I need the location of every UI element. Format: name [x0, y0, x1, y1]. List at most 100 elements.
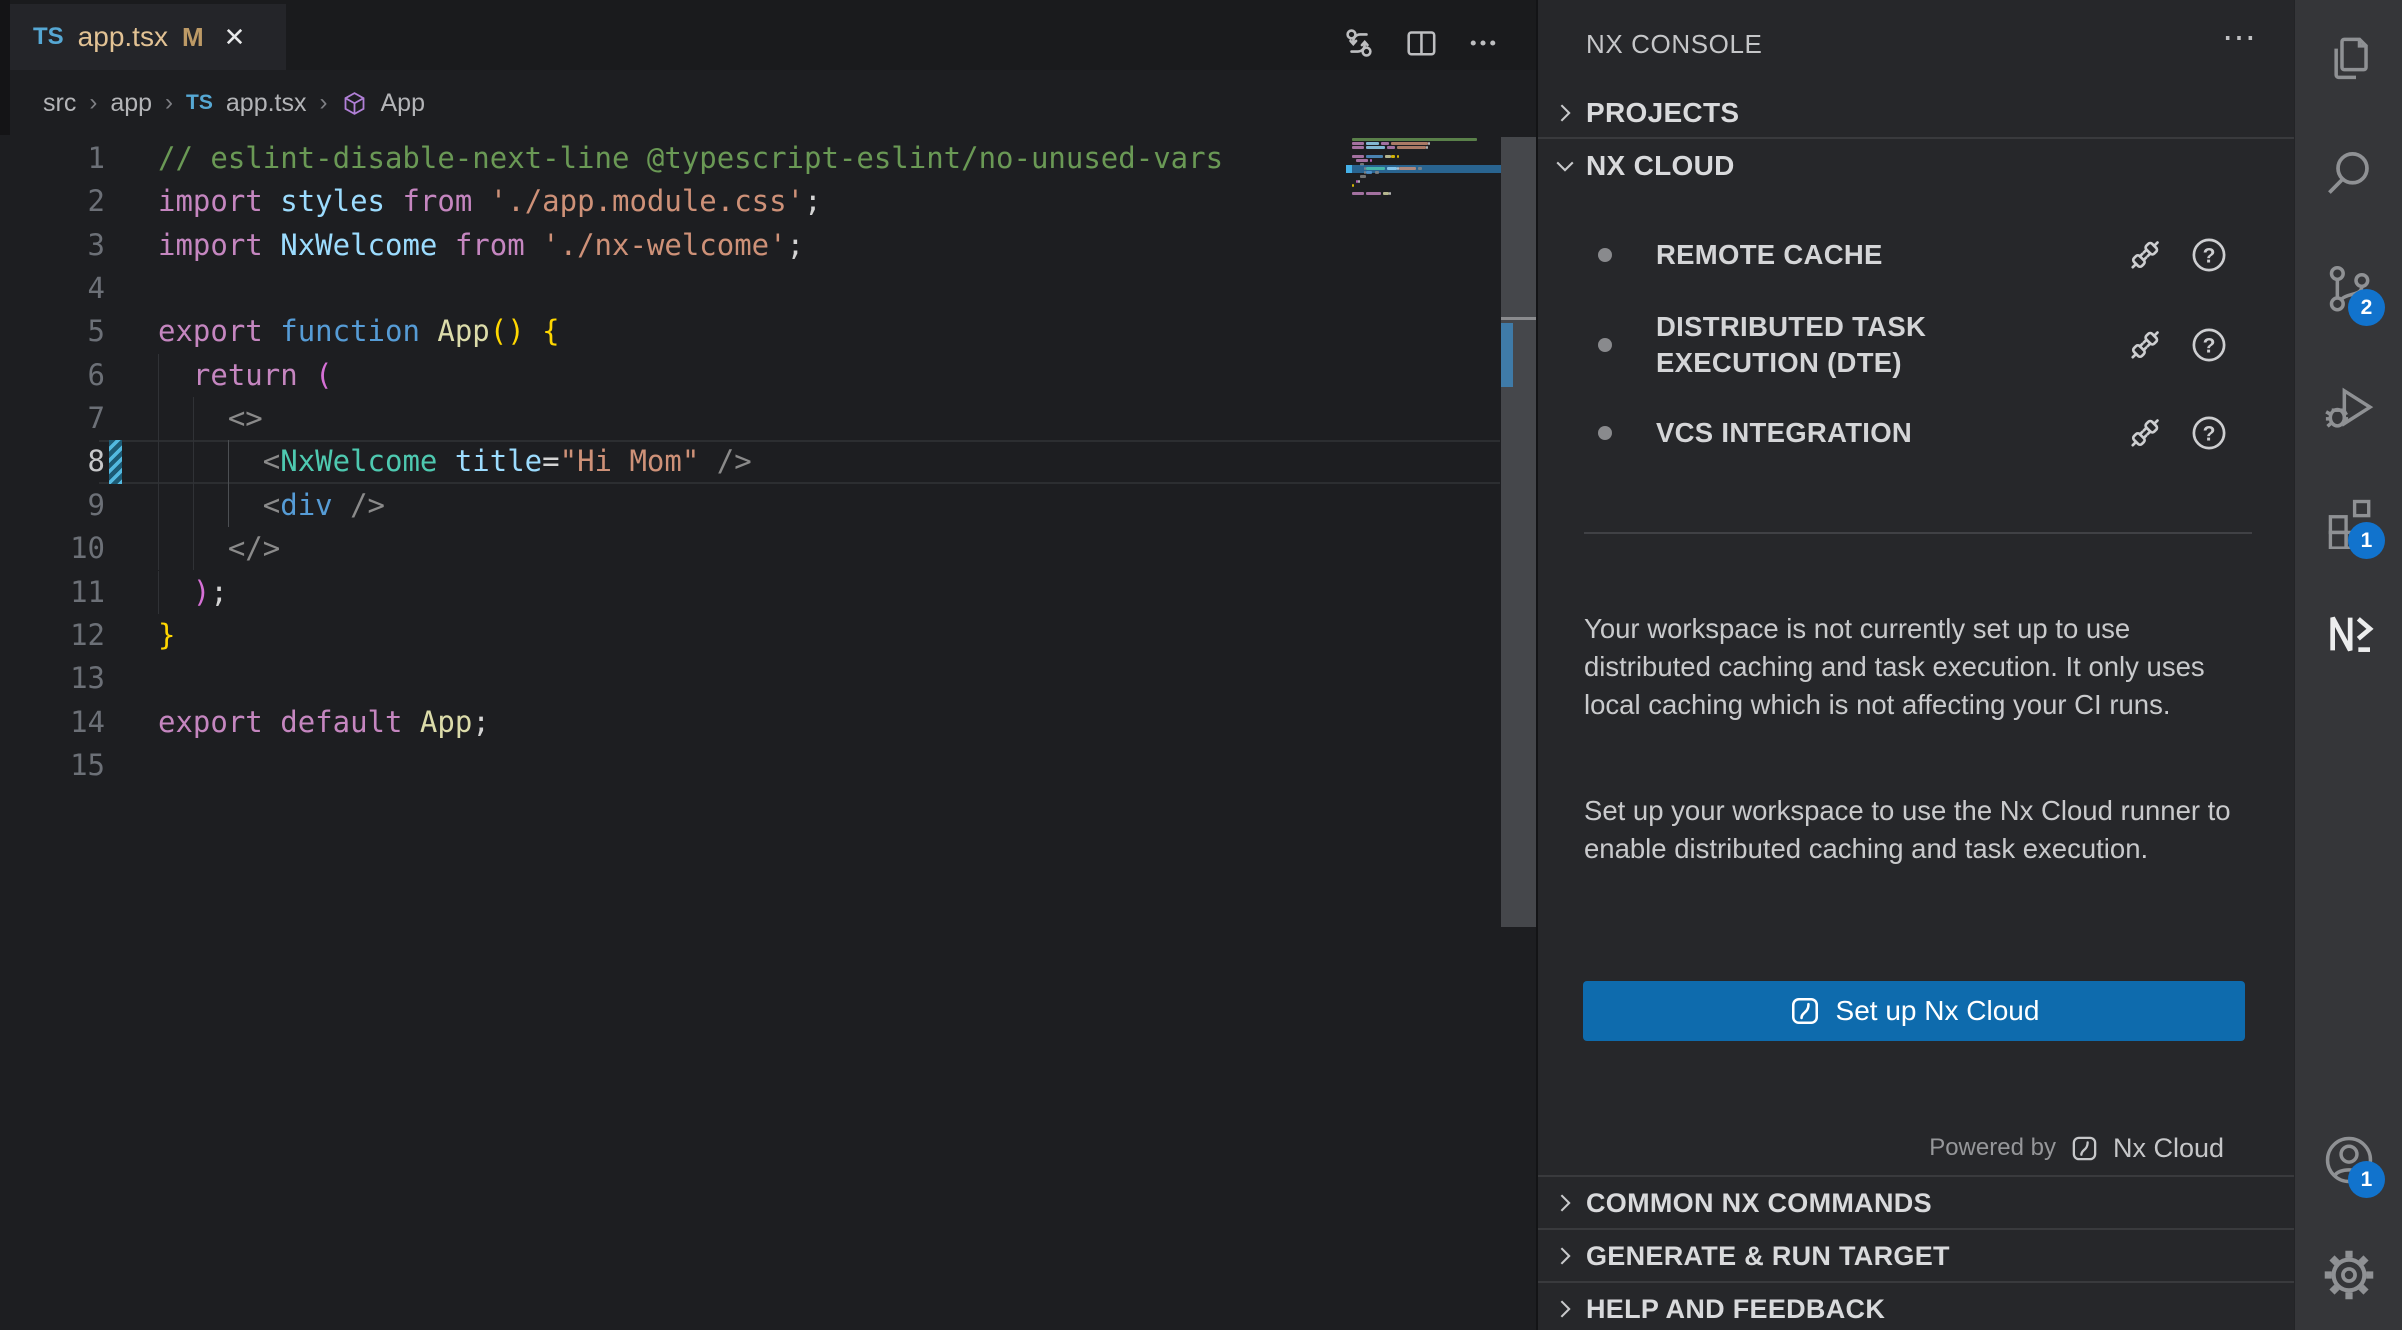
minimap-line: [1352, 138, 1500, 141]
panel-title: NX CONSOLE: [1586, 29, 1763, 60]
minimap-line: [1352, 167, 1500, 170]
connect-plug-icon[interactable]: [2124, 412, 2166, 454]
section-label: GENERATE & RUN TARGET: [1586, 1241, 1950, 1272]
code-line: 10 </>: [0, 527, 1536, 570]
divider: [1584, 532, 2252, 534]
minimap-line: [1352, 146, 1500, 149]
code-line: 3import NxWelcome from './nx-welcome';: [0, 224, 1536, 267]
scrollbar-track: [1501, 0, 1536, 1330]
section-generate-run-target[interactable]: GENERATE & RUN TARGET: [1538, 1231, 2294, 1281]
tab-filename: app.tsx: [78, 21, 168, 53]
close-icon[interactable]: ✕: [224, 22, 246, 53]
code-line: 4: [0, 267, 1536, 310]
divider: [1538, 137, 2294, 139]
breadcrumb-separator: ›: [320, 89, 328, 117]
modified-badge: M: [182, 22, 204, 53]
source-control-badge: 2: [2348, 289, 2385, 326]
run-debug-icon[interactable]: [2321, 378, 2377, 434]
feature-label: VCS INTEGRATION: [1656, 415, 1912, 451]
status-dot-icon: [1598, 248, 1612, 262]
panel-header: NX CONSOLE ⋯: [1538, 0, 2294, 86]
open-changes-icon[interactable]: [1340, 24, 1378, 62]
section-label: PROJECTS: [1586, 97, 1739, 129]
chevron-right-icon: [1552, 1243, 1578, 1269]
code-line: 14export default App;: [0, 701, 1536, 744]
nx-console-panel: NX CONSOLE ⋯ PROJECTS NX CLOUD REMOTE CA…: [1538, 0, 2294, 1330]
line-number: 2: [0, 180, 105, 223]
breadcrumb-separator: ›: [165, 89, 173, 117]
feature-dte: DISTRIBUTED TASK EXECUTION (DTE): [1538, 300, 2294, 390]
editor-group: TS app.tsx M ✕: [0, 0, 1536, 1330]
more-actions-icon[interactable]: ⋯: [2222, 18, 2256, 58]
section-common-nx-commands[interactable]: COMMON NX COMMANDS: [1538, 1178, 2294, 1228]
minimap-line: [1352, 196, 1500, 199]
code-line: 5 export function App() {: [0, 310, 1536, 353]
split-editor-icon[interactable]: [1402, 24, 1440, 62]
breadcrumb-app[interactable]: app: [110, 89, 152, 118]
status-dot-icon: [1598, 338, 1612, 352]
line-number: 12: [0, 614, 105, 657]
line-number: 10: [0, 527, 105, 570]
source-control-icon[interactable]: 2: [2321, 260, 2377, 316]
section-projects[interactable]: PROJECTS: [1538, 88, 2294, 138]
divider: [1538, 1228, 2294, 1230]
feature-vcs-integration: VCS INTEGRATION: [1538, 400, 2294, 466]
code-text: <NxWelcome title="Hi Mom" />: [158, 440, 752, 483]
section-label: HELP AND FEEDBACK: [1586, 1294, 1885, 1325]
code-text: export function App() {: [158, 310, 560, 353]
code-line: 9 <div />: [0, 484, 1536, 527]
code-text: <>: [158, 397, 263, 440]
status-dot-icon: [1598, 426, 1612, 440]
symbol-cube-icon: [341, 90, 368, 117]
section-help-and-feedback[interactable]: HELP AND FEEDBACK: [1538, 1284, 2294, 1330]
accounts-icon[interactable]: 1: [2321, 1132, 2377, 1188]
line-number: 1: [0, 137, 105, 180]
line-number: 9: [0, 484, 105, 527]
nx-cloud-logo-icon: [2070, 1134, 2099, 1163]
code-line: 11 );: [0, 571, 1536, 614]
settings-gear-icon[interactable]: [2321, 1247, 2377, 1303]
code-text: import styles from './app.module.css';: [158, 180, 822, 223]
typescript-file-icon: TS: [33, 23, 64, 51]
typescript-file-icon: TS: [186, 91, 213, 115]
minimap-line: [1352, 159, 1500, 162]
minimap-line: [1352, 184, 1500, 187]
section-nx-cloud[interactable]: NX CLOUD: [1538, 141, 2294, 191]
explorer-icon[interactable]: [2321, 30, 2377, 86]
line-number: 5: [0, 310, 105, 353]
code-editor[interactable]: 1// eslint-disable-next-line @typescript…: [0, 137, 1536, 797]
feature-label: REMOTE CACHE: [1656, 237, 1883, 273]
extensions-icon[interactable]: 1: [2321, 493, 2377, 549]
feature-label: DISTRIBUTED TASK EXECUTION (DTE): [1656, 309, 1926, 381]
line-number: 4: [0, 267, 105, 310]
nx-cloud-logo-icon: [1789, 995, 1821, 1027]
divider: [1538, 1281, 2294, 1283]
chevron-down-icon: [1552, 153, 1578, 179]
breadcrumb-symbol-app[interactable]: App: [381, 89, 425, 118]
help-icon[interactable]: [2188, 412, 2230, 454]
line-number: 14: [0, 701, 105, 744]
connect-plug-icon[interactable]: [2124, 234, 2166, 276]
tab-app-tsx[interactable]: TS app.tsx M ✕: [10, 4, 286, 70]
help-icon[interactable]: [2188, 234, 2230, 276]
more-actions-icon[interactable]: [1464, 24, 1502, 62]
breadcrumb-src[interactable]: src: [43, 89, 76, 118]
connect-plug-icon[interactable]: [2124, 324, 2166, 366]
code-line: 2 import styles from './app.module.css';: [0, 180, 1536, 223]
gutter-modified-marker: [109, 440, 122, 483]
code-text: );: [158, 571, 228, 614]
minimap-line: [1352, 180, 1500, 183]
code-line: 12}: [0, 614, 1536, 657]
breadcrumb-file[interactable]: app.tsx: [226, 89, 307, 118]
code-line: 1// eslint-disable-next-line @typescript…: [0, 137, 1536, 180]
search-icon[interactable]: [2321, 145, 2377, 201]
help-icon[interactable]: [2188, 324, 2230, 366]
scrollbar-thumb[interactable]: [1501, 137, 1536, 927]
setup-nx-cloud-button[interactable]: Set up Nx Cloud: [1583, 981, 2245, 1041]
code-text: import NxWelcome from './nx-welcome';: [158, 224, 804, 267]
workspace-status-text: Your workspace is not currently set up t…: [1584, 610, 2232, 724]
nx-console-icon[interactable]: [2321, 606, 2377, 662]
minimap[interactable]: [1352, 138, 1500, 228]
minimap-slider-edge: [1501, 317, 1536, 320]
tab-bar: TS app.tsx M ✕: [0, 0, 1536, 70]
